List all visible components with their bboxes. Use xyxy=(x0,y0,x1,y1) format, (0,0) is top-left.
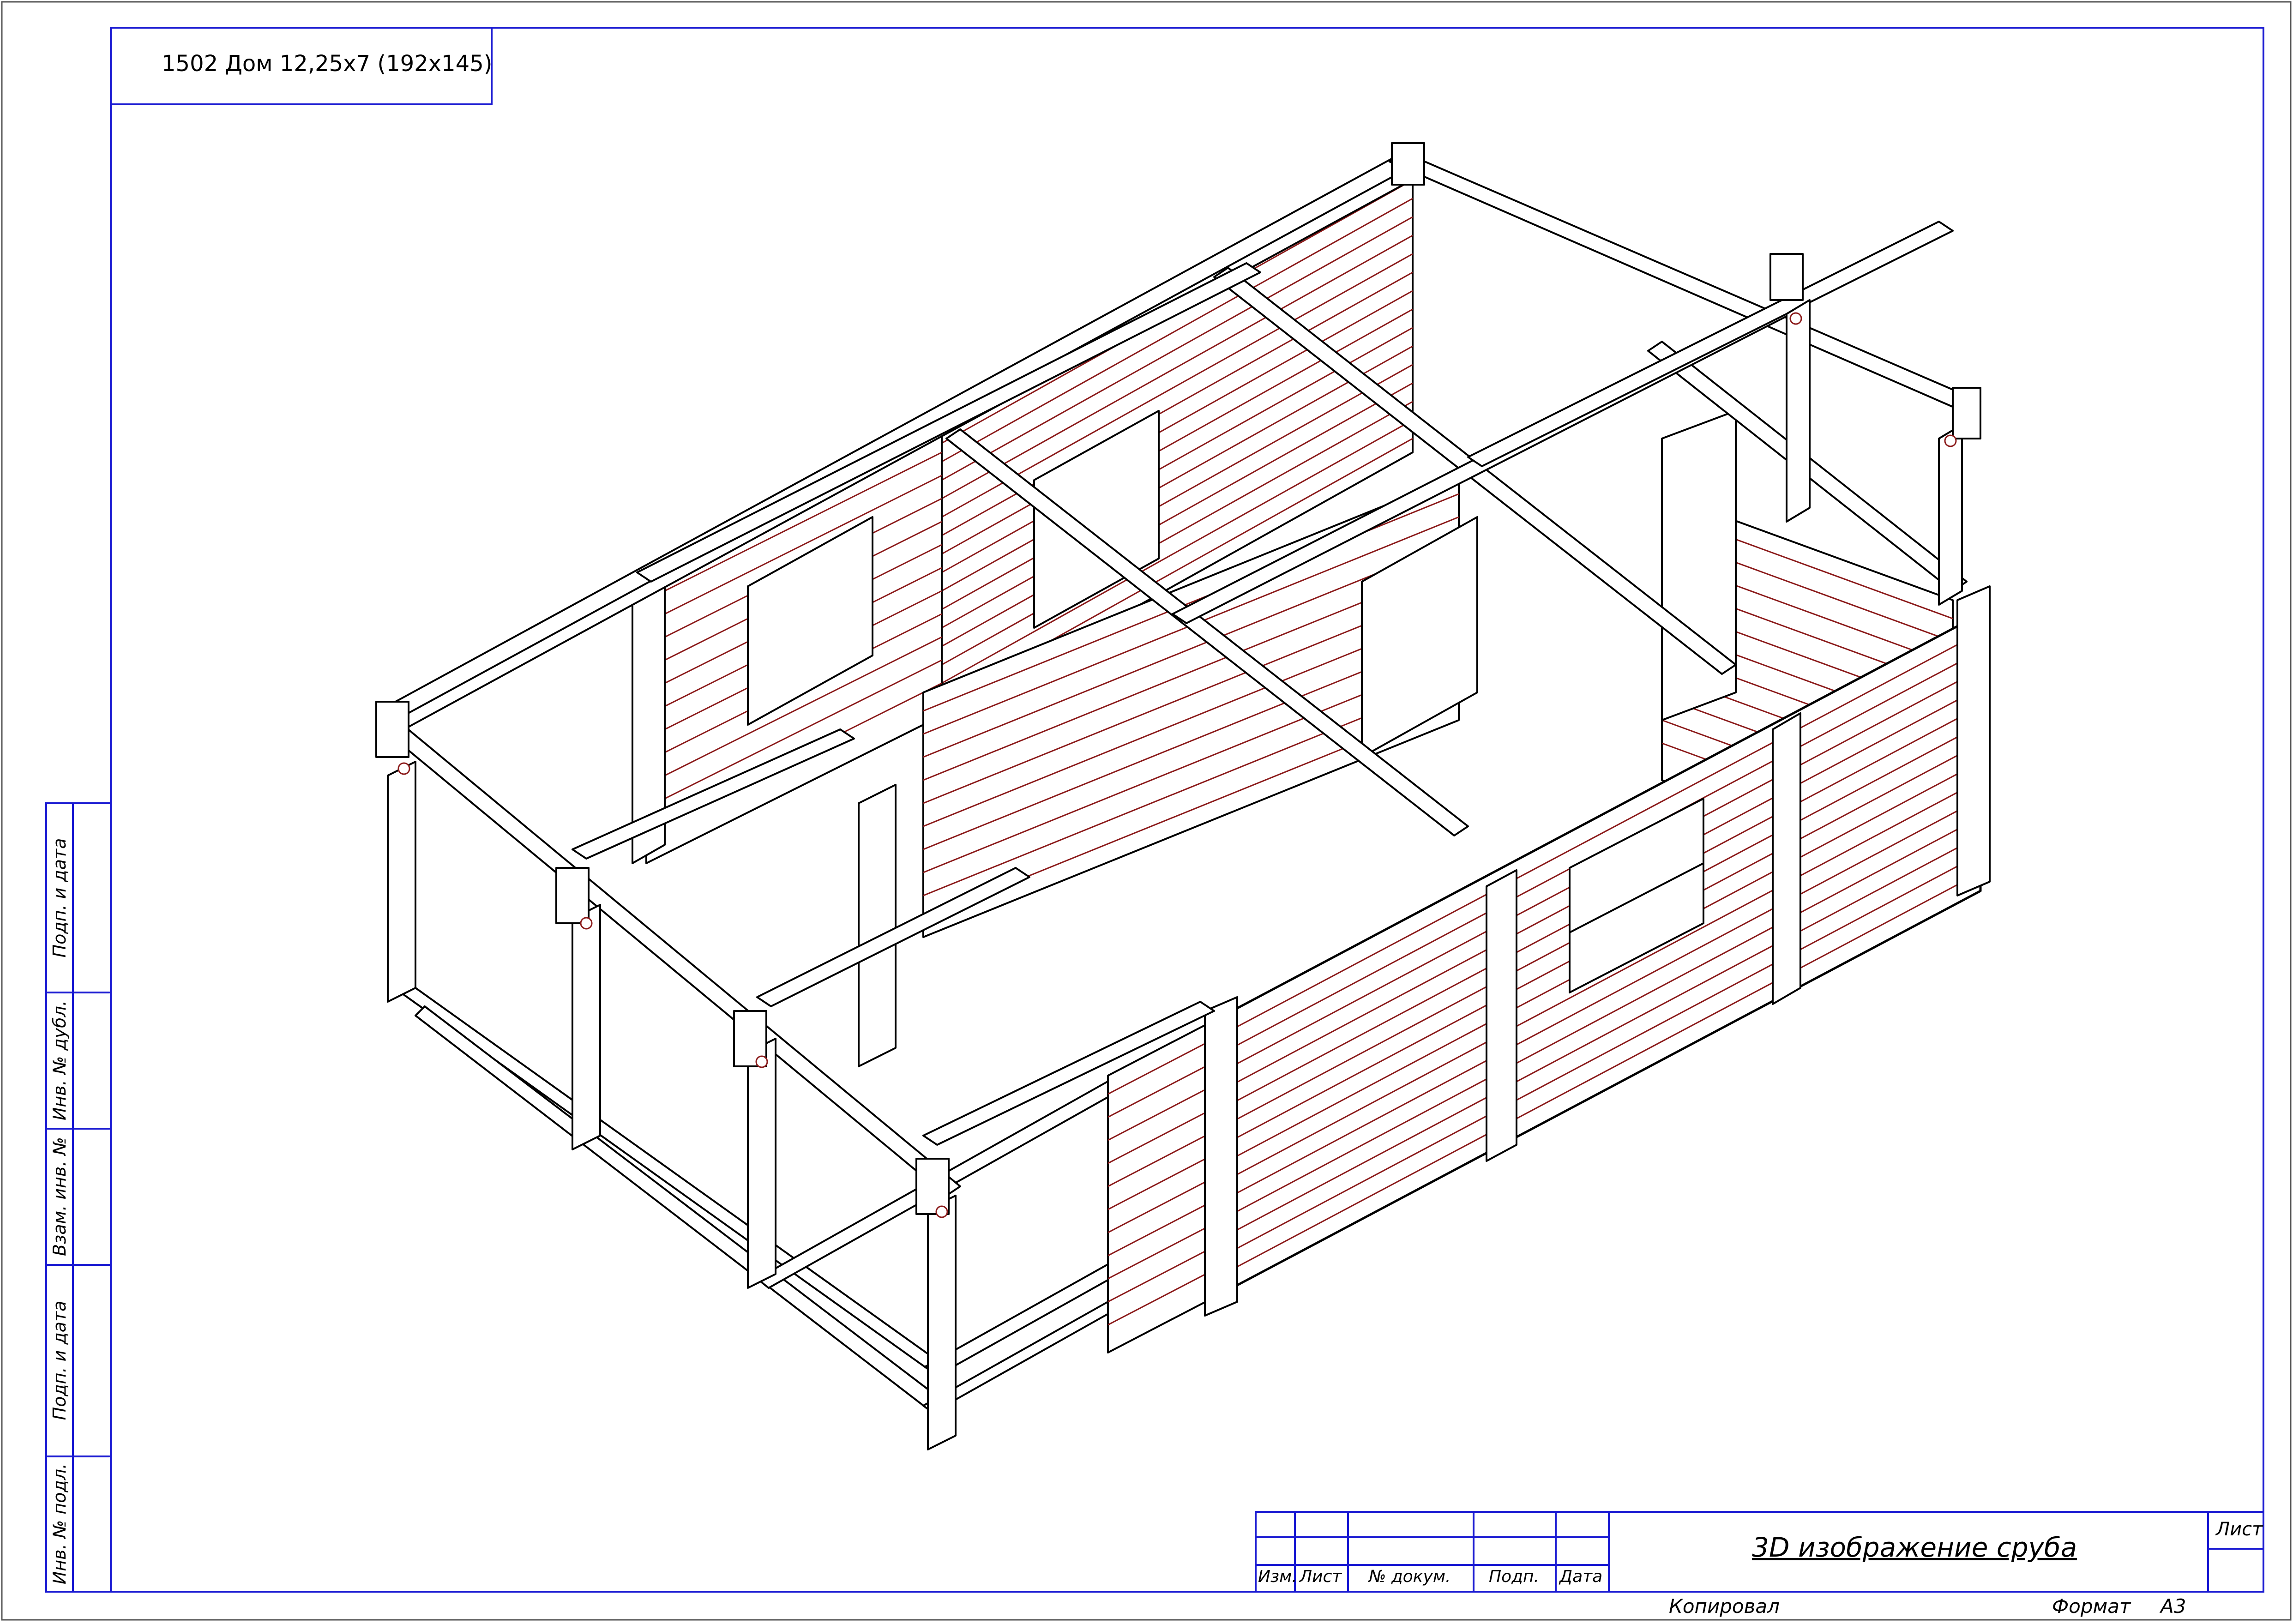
format-label: Формат xyxy=(2052,1595,2131,1618)
project-title: 1502 Дом 12,25x7 (192x145) xyxy=(162,51,493,77)
format-value: A3 xyxy=(2161,1595,2186,1618)
col-header-sheet: Лист xyxy=(1300,1567,1342,1586)
side-stamp-label-orig-inv: Инв. № подл. xyxy=(49,1463,70,1585)
drawing-name: 3D изображение сруба xyxy=(1752,1532,2077,1563)
col-header-date: Дата xyxy=(1559,1567,1603,1586)
drawing-sheet: 1502 Дом 12,25x7 (192x145) Подп. и дата … xyxy=(0,0,2293,1622)
copied-by-label: Копировал xyxy=(1669,1595,1780,1618)
log-house-3d xyxy=(375,142,1991,1450)
side-stamp-label-sign-date-1: Подп. и дата xyxy=(49,838,70,958)
sheet-svg xyxy=(1,1,2292,1621)
side-stamp-label-replace-inv: Взам. инв. № xyxy=(49,1137,70,1257)
sill-frame xyxy=(387,975,1229,1413)
col-header-signature: Подп. xyxy=(1489,1567,1539,1586)
col-header-doc-number: № докум. xyxy=(1369,1567,1451,1586)
col-header-change: Изм. xyxy=(1258,1567,1297,1586)
side-stamp-label-sign-date-2: Подп. и дата xyxy=(49,1300,70,1420)
sheet-label: Лист xyxy=(2216,1519,2263,1540)
side-stamp-label-dup-inv: Инв. № дубл. xyxy=(49,1000,70,1120)
